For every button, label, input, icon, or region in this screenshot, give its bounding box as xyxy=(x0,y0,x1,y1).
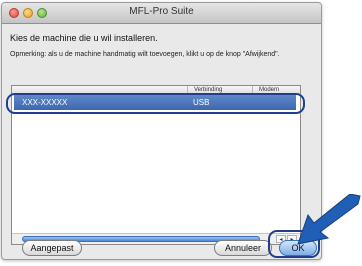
installer-window: MFL-Pro Suite Kies de machine die u wil … xyxy=(1,2,322,260)
cancel-button[interactable]: Annuleer xyxy=(214,240,272,256)
title-bar: MFL-Pro Suite xyxy=(2,3,321,24)
selected-row-highlight xyxy=(6,93,305,114)
pointer-arrow-icon xyxy=(297,194,361,245)
dialog-heading: Kies de machine die u wil installeren. xyxy=(10,33,158,43)
window-title: MFL-Pro Suite xyxy=(129,6,194,17)
custom-button[interactable]: Aangepast xyxy=(22,240,82,256)
dialog-note: Opmerking: als u de machine handmatig wi… xyxy=(10,51,280,58)
